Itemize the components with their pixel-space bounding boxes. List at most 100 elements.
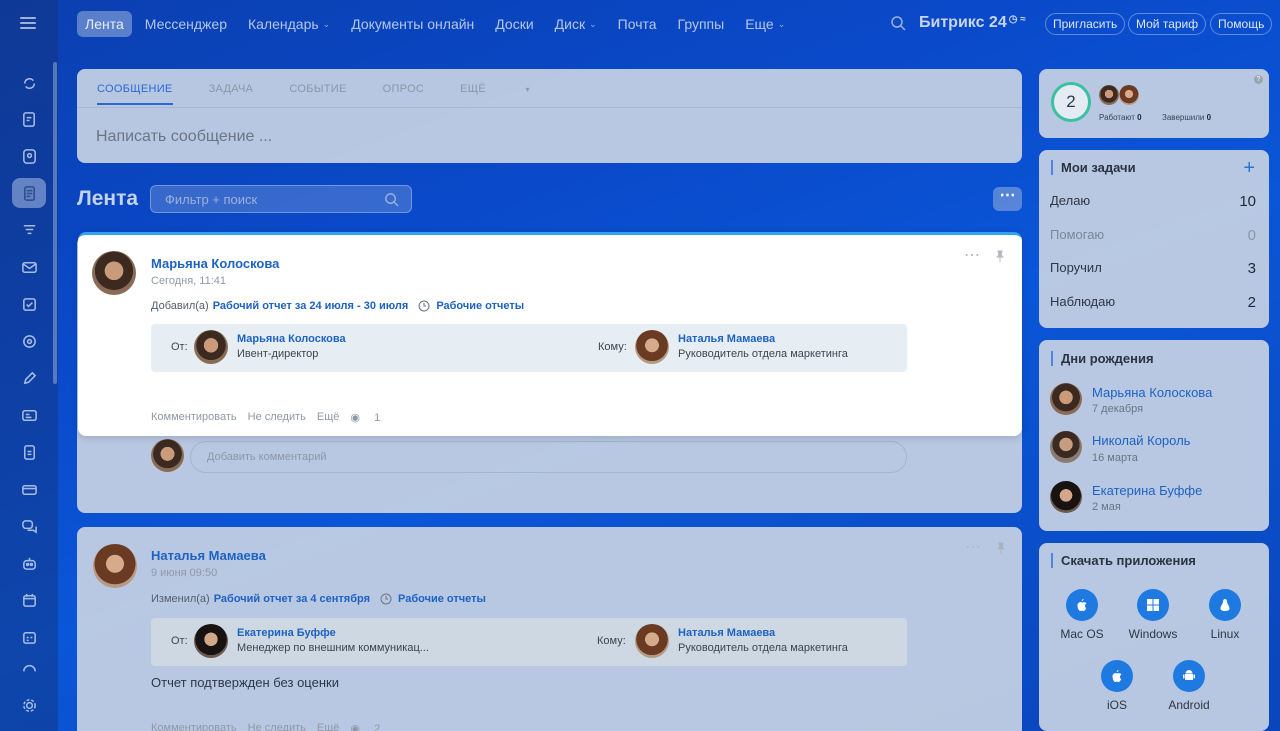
- task-row-assigned[interactable]: Поручил 3: [1050, 260, 1256, 277]
- unfollow-link[interactable]: Не следить: [248, 411, 306, 424]
- nav-item-mail[interactable]: Почта: [618, 16, 657, 32]
- tab-message[interactable]: СООБЩЕНИЕ: [97, 83, 173, 105]
- report-link[interactable]: Рабочий отчет за 4 сентября: [214, 593, 370, 605]
- tab-more[interactable]: ЕЩЁ ▾: [460, 83, 566, 105]
- avatar[interactable]: [92, 251, 136, 295]
- avatar[interactable]: [1050, 431, 1082, 463]
- sidebar-item-contacts[interactable]: [12, 141, 46, 171]
- sidebar-item-documents[interactable]: [12, 437, 46, 467]
- feed-options-button[interactable]: ⋯: [993, 187, 1022, 211]
- birthday-name[interactable]: Марьяна Колоскова: [1092, 385, 1212, 400]
- search-icon[interactable]: [890, 15, 906, 31]
- tab-event[interactable]: СОБЫТИЕ: [289, 83, 346, 105]
- avatar[interactable]: [194, 330, 228, 364]
- post-author[interactable]: Марьяна Колоскова: [151, 256, 279, 271]
- comment-link[interactable]: Комментировать: [151, 722, 237, 731]
- app-ios[interactable]: iOS: [1082, 660, 1152, 712]
- birthday-name[interactable]: Николай Король: [1092, 433, 1190, 448]
- app-linux[interactable]: Linux: [1190, 589, 1260, 641]
- avatar[interactable]: [194, 624, 228, 658]
- category-link[interactable]: Рабочие отчеты: [398, 593, 486, 605]
- comment-input[interactable]: Добавить комментарий: [190, 441, 907, 473]
- tab-task[interactable]: ЗАДАЧА: [209, 83, 254, 105]
- feed-post: Марьяна Колоскова Сегодня, 11:41 ⋯ Добав…: [78, 232, 1022, 436]
- help-icon[interactable]: ?: [1254, 75, 1263, 84]
- post-author[interactable]: Наталья Мамаева: [151, 548, 266, 563]
- nav-item-calendar[interactable]: Календарь ⌄: [248, 16, 330, 32]
- sidebar-item-schedule[interactable]: [12, 622, 46, 652]
- settings-button[interactable]: [12, 690, 46, 720]
- category-link[interactable]: Рабочие отчеты: [436, 300, 524, 312]
- add-task-button[interactable]: +: [1243, 157, 1255, 180]
- post-menu-icon[interactable]: ⋯: [965, 537, 982, 557]
- from-name[interactable]: Екатерина Буффе: [237, 627, 336, 639]
- nav-item-messenger[interactable]: Мессенджер: [145, 16, 227, 32]
- eye-icon: ◉: [350, 723, 361, 731]
- avatar[interactable]: [635, 330, 669, 364]
- avatar[interactable]: [1050, 383, 1082, 415]
- message-input[interactable]: Написать сообщение ...: [96, 128, 272, 146]
- sidebar-item-tasks[interactable]: [12, 104, 46, 134]
- pen-icon: [23, 371, 36, 384]
- sidebar-item-more[interactable]: [12, 658, 46, 678]
- avatar[interactable]: [1050, 481, 1082, 513]
- post-date[interactable]: Сегодня, 11:41: [151, 275, 226, 287]
- post-menu-icon[interactable]: ⋯: [964, 245, 981, 265]
- app-android[interactable]: Android: [1154, 660, 1224, 712]
- task-row-doing[interactable]: Делаю 10: [1050, 193, 1256, 210]
- views-count: 2: [374, 723, 381, 731]
- sidebar-item-payments[interactable]: [12, 474, 46, 504]
- avatar[interactable]: [1099, 85, 1119, 105]
- more-link[interactable]: Ещё: [317, 722, 340, 731]
- app-macos[interactable]: Mac OS: [1047, 589, 1117, 641]
- task-row-watching[interactable]: Наблюдаю 2: [1050, 294, 1256, 311]
- comment-link[interactable]: Комментировать: [151, 411, 237, 424]
- chevron-down-icon: ⌄: [322, 18, 331, 29]
- menu-icon[interactable]: [20, 17, 36, 29]
- sidebar-item-sign[interactable]: [12, 363, 46, 393]
- sidebar-scrollbar[interactable]: [53, 62, 57, 384]
- nav-item-groups[interactable]: Группы: [678, 16, 725, 32]
- sidebar-item-mail[interactable]: [12, 252, 46, 282]
- avatar[interactable]: [93, 544, 137, 588]
- post-date[interactable]: 9 июня 09:50: [151, 567, 217, 579]
- nav-item-feed[interactable]: Лента: [77, 11, 132, 37]
- task-row-helping[interactable]: Помогаю 0: [1050, 227, 1256, 244]
- employee-count[interactable]: 2: [1051, 82, 1091, 122]
- bitrix24-logo[interactable]: Битрикс 24 ◷ ≈: [919, 14, 1026, 32]
- pin-icon[interactable]: [994, 250, 1006, 262]
- sidebar-item-chats[interactable]: [12, 511, 46, 541]
- avatar[interactable]: [1119, 85, 1139, 105]
- sidebar-item-checklist[interactable]: [12, 289, 46, 319]
- app-windows[interactable]: Windows: [1118, 589, 1188, 641]
- avatar[interactable]: [635, 624, 669, 658]
- sidebar-item-dashboard[interactable]: [12, 68, 46, 98]
- tab-poll[interactable]: ОПРОС: [383, 83, 425, 105]
- invite-button[interactable]: Пригласить: [1045, 13, 1126, 35]
- to-name[interactable]: Наталья Мамаева: [678, 627, 775, 639]
- nav-item-disk[interactable]: Диск ⌄: [555, 16, 597, 32]
- pin-icon[interactable]: [995, 542, 1007, 554]
- to-name[interactable]: Наталья Мамаева: [678, 333, 775, 345]
- search-icon[interactable]: [384, 192, 399, 207]
- help-button[interactable]: Помощь: [1210, 13, 1273, 35]
- sidebar-item-cards[interactable]: [12, 400, 46, 430]
- birthday-name[interactable]: Екатерина Буффе: [1092, 483, 1202, 498]
- nav-item-label: Еще: [745, 16, 774, 32]
- post-footer: Комментировать Не следить Ещё ◉ 2: [151, 722, 402, 731]
- sidebar-item-feed[interactable]: [12, 178, 46, 208]
- more-link[interactable]: Ещё: [317, 411, 340, 424]
- sidebar-item-goals[interactable]: [12, 326, 46, 356]
- unfollow-link[interactable]: Не следить: [248, 722, 306, 731]
- nav-item-more[interactable]: Еще ⌄: [745, 16, 785, 32]
- sidebar-item-bot[interactable]: [12, 548, 46, 578]
- sidebar-item-filter[interactable]: [12, 215, 46, 245]
- nav-item-docs-online[interactable]: Документы онлайн: [351, 16, 474, 32]
- comment-placeholder: Добавить комментарий: [207, 451, 327, 463]
- report-link[interactable]: Рабочий отчет за 24 июля - 30 июля: [213, 300, 409, 312]
- from-name[interactable]: Марьяна Колоскова: [237, 333, 346, 345]
- filter-search-input[interactable]: Фильтр + поиск: [150, 185, 412, 213]
- nav-item-boards[interactable]: Доски: [495, 16, 533, 32]
- my-tariff-button[interactable]: Мой тариф: [1128, 13, 1207, 35]
- sidebar-item-calendar[interactable]: [12, 585, 46, 615]
